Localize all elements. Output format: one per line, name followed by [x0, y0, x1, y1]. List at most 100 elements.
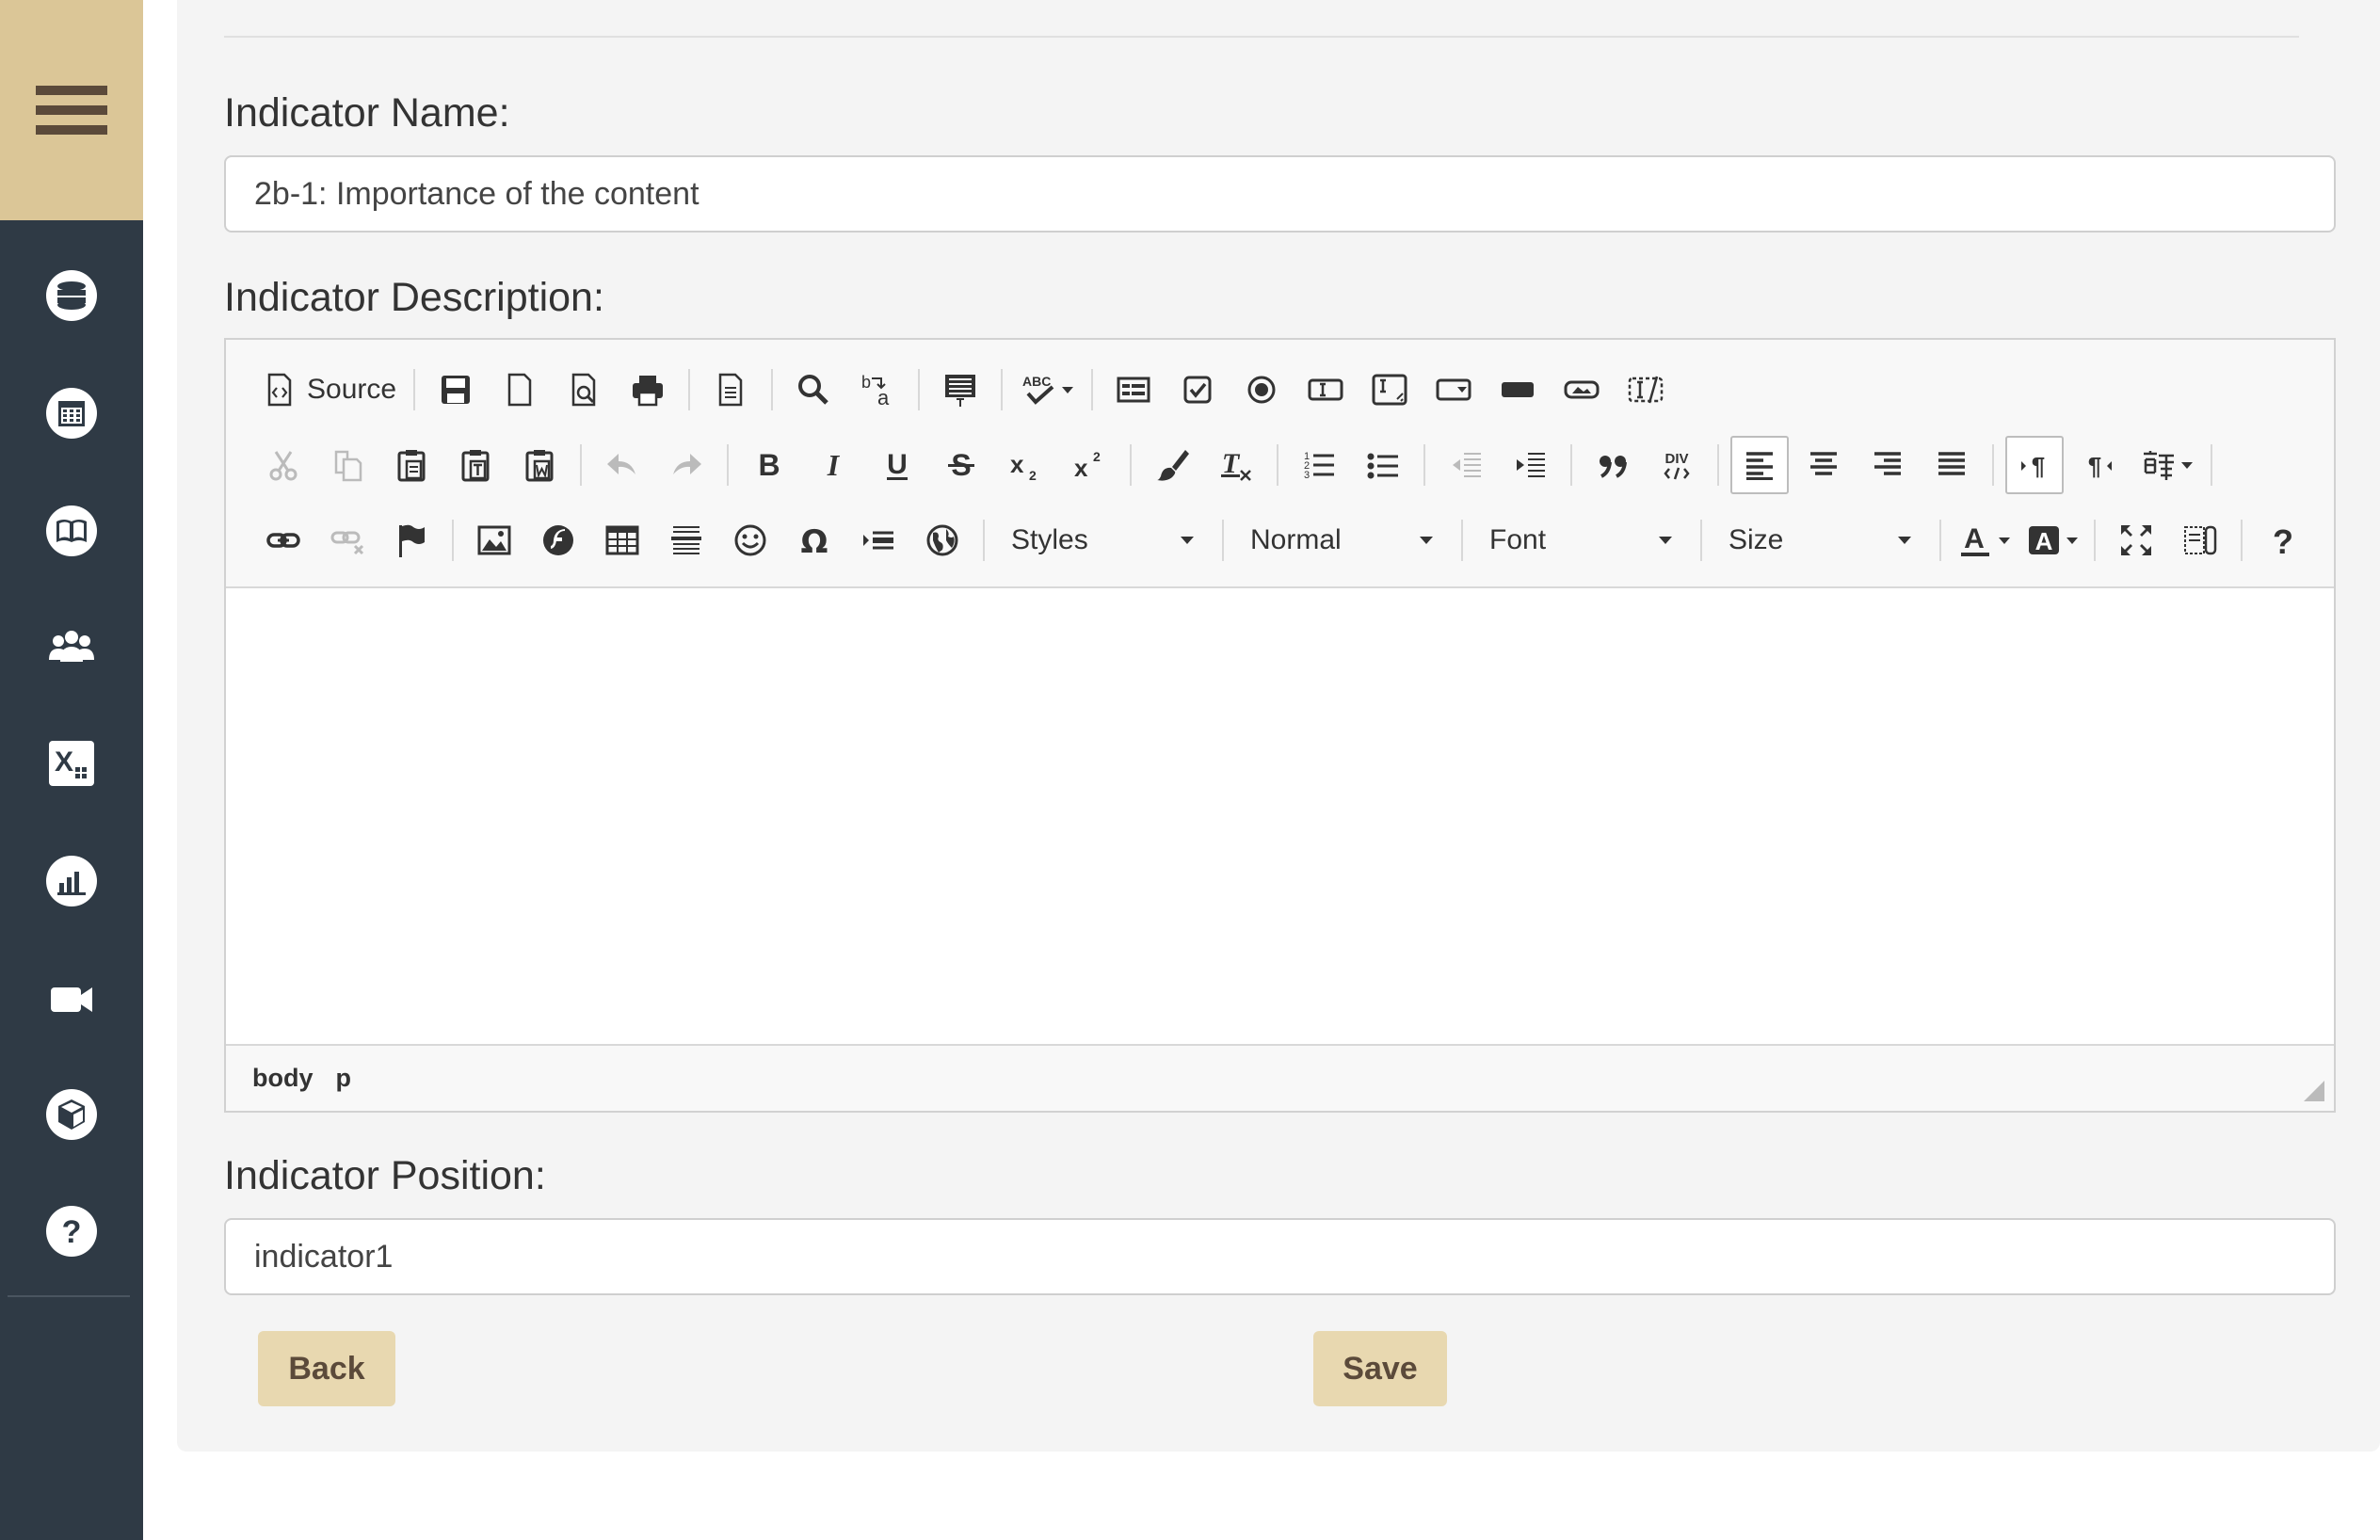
toolbar-separator	[918, 369, 921, 410]
select-field-button[interactable]	[1424, 361, 1483, 419]
copy-button[interactable]	[318, 436, 377, 494]
bold-button[interactable]: B	[740, 436, 798, 494]
sidebar-item-reports[interactable]	[0, 843, 143, 919]
table-button[interactable]	[593, 511, 651, 569]
toolbar-separator	[1570, 444, 1572, 486]
radio-button[interactable]	[1232, 361, 1291, 419]
paste-word-button[interactable]	[510, 436, 569, 494]
replace-icon: ba	[861, 373, 890, 409]
preview-button[interactable]	[555, 361, 613, 419]
print-icon	[633, 376, 664, 407]
svg-text:?: ?	[2273, 522, 2293, 559]
sidebar-item-video[interactable]	[0, 961, 143, 1036]
path-body[interactable]: body	[252, 1064, 314, 1093]
templates-button[interactable]	[701, 361, 760, 419]
special-char-button[interactable]: Ω	[785, 511, 844, 569]
italic-button[interactable]: I	[804, 436, 862, 494]
back-button[interactable]: Back	[258, 1331, 395, 1406]
format-dropdown[interactable]: Normal	[1235, 514, 1448, 567]
remove-format-button[interactable]: T	[1207, 436, 1265, 494]
save-doc-button[interactable]	[426, 361, 485, 419]
strikethrough-button[interactable]: S	[932, 436, 990, 494]
sidebar-item-help[interactable]: ?	[0, 1194, 143, 1269]
sidebar-item-cube[interactable]	[0, 1077, 143, 1152]
subscript-button[interactable]: x2	[996, 436, 1054, 494]
font-dropdown[interactable]: Font	[1474, 514, 1687, 567]
align-right-button[interactable]	[1858, 436, 1917, 494]
spellcheck-button[interactable]: ABC	[1014, 361, 1080, 419]
checkbox-button[interactable]	[1168, 361, 1227, 419]
chevron-down-icon	[1659, 537, 1672, 544]
ltr-direction-button[interactable]: ¶	[2005, 436, 2064, 494]
maximize-button[interactable]	[2107, 511, 2165, 569]
sidebar-item-calendar[interactable]	[0, 376, 143, 451]
blockquote-button[interactable]	[1584, 436, 1642, 494]
save-button[interactable]: Save	[1313, 1331, 1447, 1406]
outdent-button[interactable]	[1437, 436, 1495, 494]
resize-handle-icon[interactable]	[2304, 1081, 2324, 1101]
smiley-button[interactable]	[721, 511, 780, 569]
redo-button[interactable]	[657, 436, 716, 494]
flash-button[interactable]	[529, 511, 587, 569]
justify-button[interactable]	[1922, 436, 1981, 494]
copy-format-button[interactable]	[1143, 436, 1201, 494]
svg-text:x: x	[1010, 450, 1024, 478]
textarea-button[interactable]	[1360, 361, 1419, 419]
form-button[interactable]	[1104, 361, 1163, 419]
language-button[interactable]	[2133, 436, 2199, 494]
anchor-button[interactable]	[382, 511, 441, 569]
link-button[interactable]	[254, 511, 313, 569]
print-button[interactable]	[619, 361, 677, 419]
source-button[interactable]: Source	[254, 361, 402, 419]
text-color-button[interactable]: A	[1953, 511, 2015, 569]
paste-button[interactable]	[382, 436, 441, 494]
button-element-button[interactable]	[1488, 361, 1547, 419]
background-color-button[interactable]: A	[2020, 511, 2082, 569]
align-center-button[interactable]	[1794, 436, 1853, 494]
floppy-disk-icon	[442, 376, 471, 404]
language-icon	[2144, 451, 2174, 480]
sidebar-item-database[interactable]	[0, 258, 143, 333]
rtl-direction-button[interactable]: ¶	[2069, 436, 2128, 494]
image-button[interactable]	[465, 511, 523, 569]
sidebar-item-book[interactable]	[0, 493, 143, 569]
show-blocks-button[interactable]	[2171, 511, 2229, 569]
indicator-name-input[interactable]	[224, 155, 2336, 233]
sidebar-item-excel[interactable]: X	[0, 726, 143, 801]
sidebar-item-users[interactable]	[0, 609, 143, 684]
editor-content-area[interactable]	[226, 586, 2334, 1046]
underline-button[interactable]: U	[868, 436, 926, 494]
superscript-button[interactable]: x2	[1060, 436, 1118, 494]
indicator-position-input[interactable]	[224, 1218, 2336, 1295]
replace-button[interactable]: ba	[848, 361, 907, 419]
unlink-button[interactable]	[318, 511, 377, 569]
svg-text:DIV: DIV	[1664, 451, 1688, 467]
new-page-button[interactable]	[490, 361, 549, 419]
svg-text:3: 3	[1304, 470, 1310, 481]
hidden-field-button[interactable]	[1616, 361, 1675, 419]
size-dropdown[interactable]: Size	[1713, 514, 1926, 567]
menu-toggle-button[interactable]	[0, 0, 143, 220]
iframe-button[interactable]	[913, 511, 972, 569]
indent-button[interactable]	[1501, 436, 1559, 494]
image-button-button[interactable]	[1552, 361, 1611, 419]
select-field-icon	[1436, 378, 1471, 401]
page-break-button[interactable]	[849, 511, 908, 569]
div-container-button[interactable]: DIV	[1648, 436, 1706, 494]
horizontal-line-button[interactable]	[657, 511, 716, 569]
bold-icon: B	[758, 448, 780, 482]
align-left-button[interactable]	[1730, 436, 1789, 494]
paste-text-button[interactable]	[446, 436, 505, 494]
cut-button[interactable]	[254, 436, 313, 494]
select-all-button[interactable]	[931, 361, 989, 419]
textfield-button[interactable]	[1296, 361, 1355, 419]
editor-help-button[interactable]: ?	[2254, 511, 2312, 569]
path-p[interactable]: p	[336, 1064, 352, 1093]
undo-button[interactable]	[593, 436, 651, 494]
numbered-list-button[interactable]: 123	[1290, 436, 1348, 494]
styles-dropdown[interactable]: Styles	[996, 514, 1209, 567]
bulleted-list-button[interactable]	[1354, 436, 1412, 494]
rich-text-editor: Source ba ABC B I U S x 2 x 2 T 1 2 3 DI…	[224, 338, 2336, 1113]
toolbar-separator	[1717, 444, 1719, 486]
find-button[interactable]	[784, 361, 843, 419]
